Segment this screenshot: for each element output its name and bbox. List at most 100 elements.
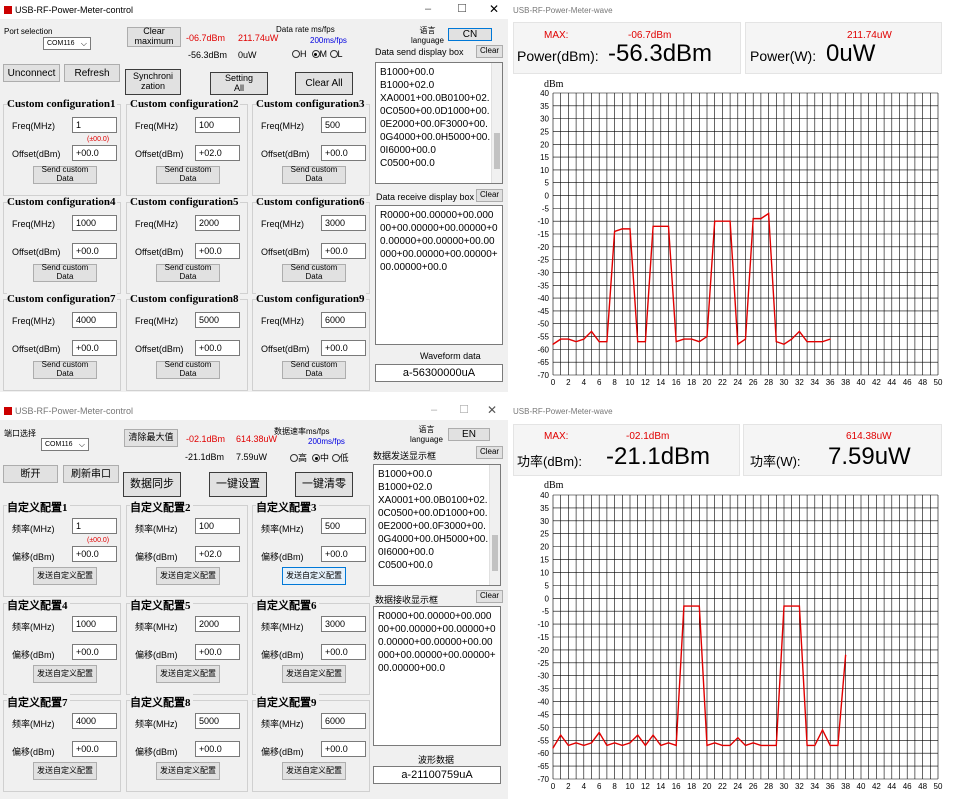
offset-input[interactable]: +00.0 [72, 741, 117, 757]
freq-input[interactable]: 6000 [321, 312, 366, 328]
sync-button[interactable]: 数据同步 [123, 472, 181, 497]
window-title: USB-RF-Power-Meter-control [15, 4, 134, 15]
freq-label: Freq(MHz) [135, 121, 178, 131]
freq-input[interactable]: 2000 [195, 616, 240, 632]
clear-recv-button[interactable]: Clear [476, 590, 503, 603]
clear-recv-button[interactable]: Clear [476, 189, 503, 202]
clear-send-button[interactable]: Clear [476, 446, 503, 459]
port-select[interactable]: COM116 ⌵ [43, 37, 91, 50]
send-custom-button[interactable]: 发送自定义配置 [156, 665, 220, 683]
current-uw-value: 0uW [238, 50, 257, 60]
freq-input[interactable]: 500 [321, 117, 366, 133]
clear-max-button[interactable]: 清除最大值 [124, 429, 178, 447]
send-custom-button[interactable]: 发送自定义配置 [33, 665, 97, 683]
send-custom-button[interactable]: 发送自定义配置 [282, 567, 346, 585]
scrollbar[interactable] [489, 465, 500, 585]
radio-low[interactable] [331, 454, 340, 462]
sync-button[interactable]: Synchroni zation [125, 69, 181, 95]
offset-input[interactable]: +00.0 [72, 644, 117, 660]
refresh-button[interactable]: Refresh [64, 64, 120, 82]
radio-medium[interactable] [311, 50, 320, 58]
send-custom-button[interactable]: Send custom Data [156, 165, 220, 184]
freq-input[interactable]: 4000 [72, 312, 117, 328]
chevron-down-icon: ⌵ [80, 39, 87, 48]
offset-input[interactable]: +00.0 [195, 644, 240, 660]
receive-display-box[interactable]: R0000+00.00000+00.00000+00.00000+00.0000… [373, 606, 501, 746]
send-custom-button[interactable]: 发送自定义配置 [33, 567, 97, 585]
unconnect-button[interactable]: 断开 [3, 465, 58, 483]
send-custom-button[interactable]: 发送自定义配置 [156, 567, 220, 585]
send-custom-button[interactable]: 发送自定义配置 [282, 665, 346, 683]
minimize-button[interactable]: – [412, 0, 444, 19]
offset-input[interactable]: +00.0 [321, 741, 366, 757]
offset-input[interactable]: +00.0 [321, 340, 366, 356]
radio-low[interactable] [329, 50, 338, 58]
radio-high[interactable] [292, 50, 300, 58]
unconnect-button[interactable]: Unconnect [3, 64, 60, 82]
freq-input[interactable]: 1000 [72, 616, 117, 632]
freq-input[interactable]: 3000 [321, 215, 366, 231]
close-icon[interactable]: ✕ [476, 401, 508, 420]
offset-input[interactable]: +00.0 [72, 546, 117, 562]
radio-medium[interactable] [312, 454, 321, 462]
freq-input[interactable]: 2000 [195, 215, 240, 231]
freq-input[interactable]: 1 [72, 117, 117, 133]
maximize-button[interactable]: ☐ [446, 0, 478, 19]
clear-all-button[interactable]: 一键清零 [295, 472, 353, 497]
send-custom-button[interactable]: Send custom Data [33, 360, 97, 379]
offset-input[interactable]: +00.0 [321, 243, 366, 259]
freq-input[interactable]: 500 [321, 518, 366, 534]
offset-input[interactable]: +00.0 [72, 340, 117, 356]
port-select[interactable]: COM116 ⌵ [41, 438, 89, 451]
offset-input[interactable]: +00.0 [195, 741, 240, 757]
language-button[interactable]: EN [448, 428, 490, 441]
radio-high[interactable] [290, 454, 298, 462]
offset-input[interactable]: +00.0 [72, 145, 117, 161]
freq-input[interactable]: 100 [195, 117, 240, 133]
offset-input[interactable]: +02.0 [195, 546, 240, 562]
freq-input[interactable]: 4000 [72, 713, 117, 729]
refresh-button[interactable]: 刷新串口 [63, 465, 119, 483]
freq-input[interactable]: 1 [72, 518, 117, 534]
offset-input[interactable]: +00.0 [321, 145, 366, 161]
offset-input[interactable]: +00.0 [195, 340, 240, 356]
send-custom-button[interactable]: 发送自定义配置 [156, 762, 220, 780]
close-icon[interactable]: ✕ [478, 0, 508, 19]
data-point [652, 734, 654, 736]
send-display-box[interactable]: B1000+00.0 B1000+02.0 XA0001+00.0B0100+0… [375, 62, 503, 184]
freq-input[interactable]: 6000 [321, 713, 366, 729]
send-custom-button[interactable]: Send custom Data [33, 165, 97, 184]
freq-input[interactable]: 1000 [72, 215, 117, 231]
waveform-field[interactable]: a-21100759uA [373, 766, 501, 784]
send-custom-button[interactable]: Send custom Data [282, 263, 346, 282]
send-custom-button[interactable]: Send custom Data [282, 165, 346, 184]
offset-label: 偏移(dBm) [12, 552, 55, 562]
minimize-button[interactable]: – [418, 401, 450, 420]
waveform-field[interactable]: a-56300000uA [375, 364, 503, 382]
send-custom-button[interactable]: Send custom Data [282, 360, 346, 379]
offset-input[interactable]: +00.0 [321, 644, 366, 660]
language-button[interactable]: CN [448, 28, 492, 41]
send-custom-button[interactable]: Send custom Data [156, 360, 220, 379]
clear-max-button[interactable]: Clear maximum [127, 26, 181, 47]
setting-all-button[interactable]: 一键设置 [209, 472, 267, 497]
send-custom-button[interactable]: 发送自定义配置 [33, 762, 97, 780]
offset-input[interactable]: +00.0 [72, 243, 117, 259]
send-display-box[interactable]: B1000+00.0 B1000+02.0 XA0001+00.0B0100+0… [373, 464, 501, 586]
offset-input[interactable]: +00.0 [321, 546, 366, 562]
freq-input[interactable]: 100 [195, 518, 240, 534]
receive-display-box[interactable]: R0000+00.00000+00.00000+00.00000+00.0000… [375, 205, 503, 345]
y-tick-label: -65 [537, 762, 549, 771]
clear-all-button[interactable]: Clear All [295, 72, 353, 95]
setting-all-button[interactable]: Setting All [210, 72, 268, 95]
send-custom-button[interactable]: 发送自定义配置 [282, 762, 346, 780]
offset-input[interactable]: +02.0 [195, 145, 240, 161]
send-custom-button[interactable]: Send custom Data [33, 263, 97, 282]
freq-input[interactable]: 5000 [195, 312, 240, 328]
send-custom-button[interactable]: Send custom Data [156, 263, 220, 282]
clear-send-button[interactable]: Clear [476, 45, 503, 58]
scrollbar[interactable] [491, 63, 502, 183]
freq-input[interactable]: 3000 [321, 616, 366, 632]
offset-input[interactable]: +00.0 [195, 243, 240, 259]
freq-input[interactable]: 5000 [195, 713, 240, 729]
